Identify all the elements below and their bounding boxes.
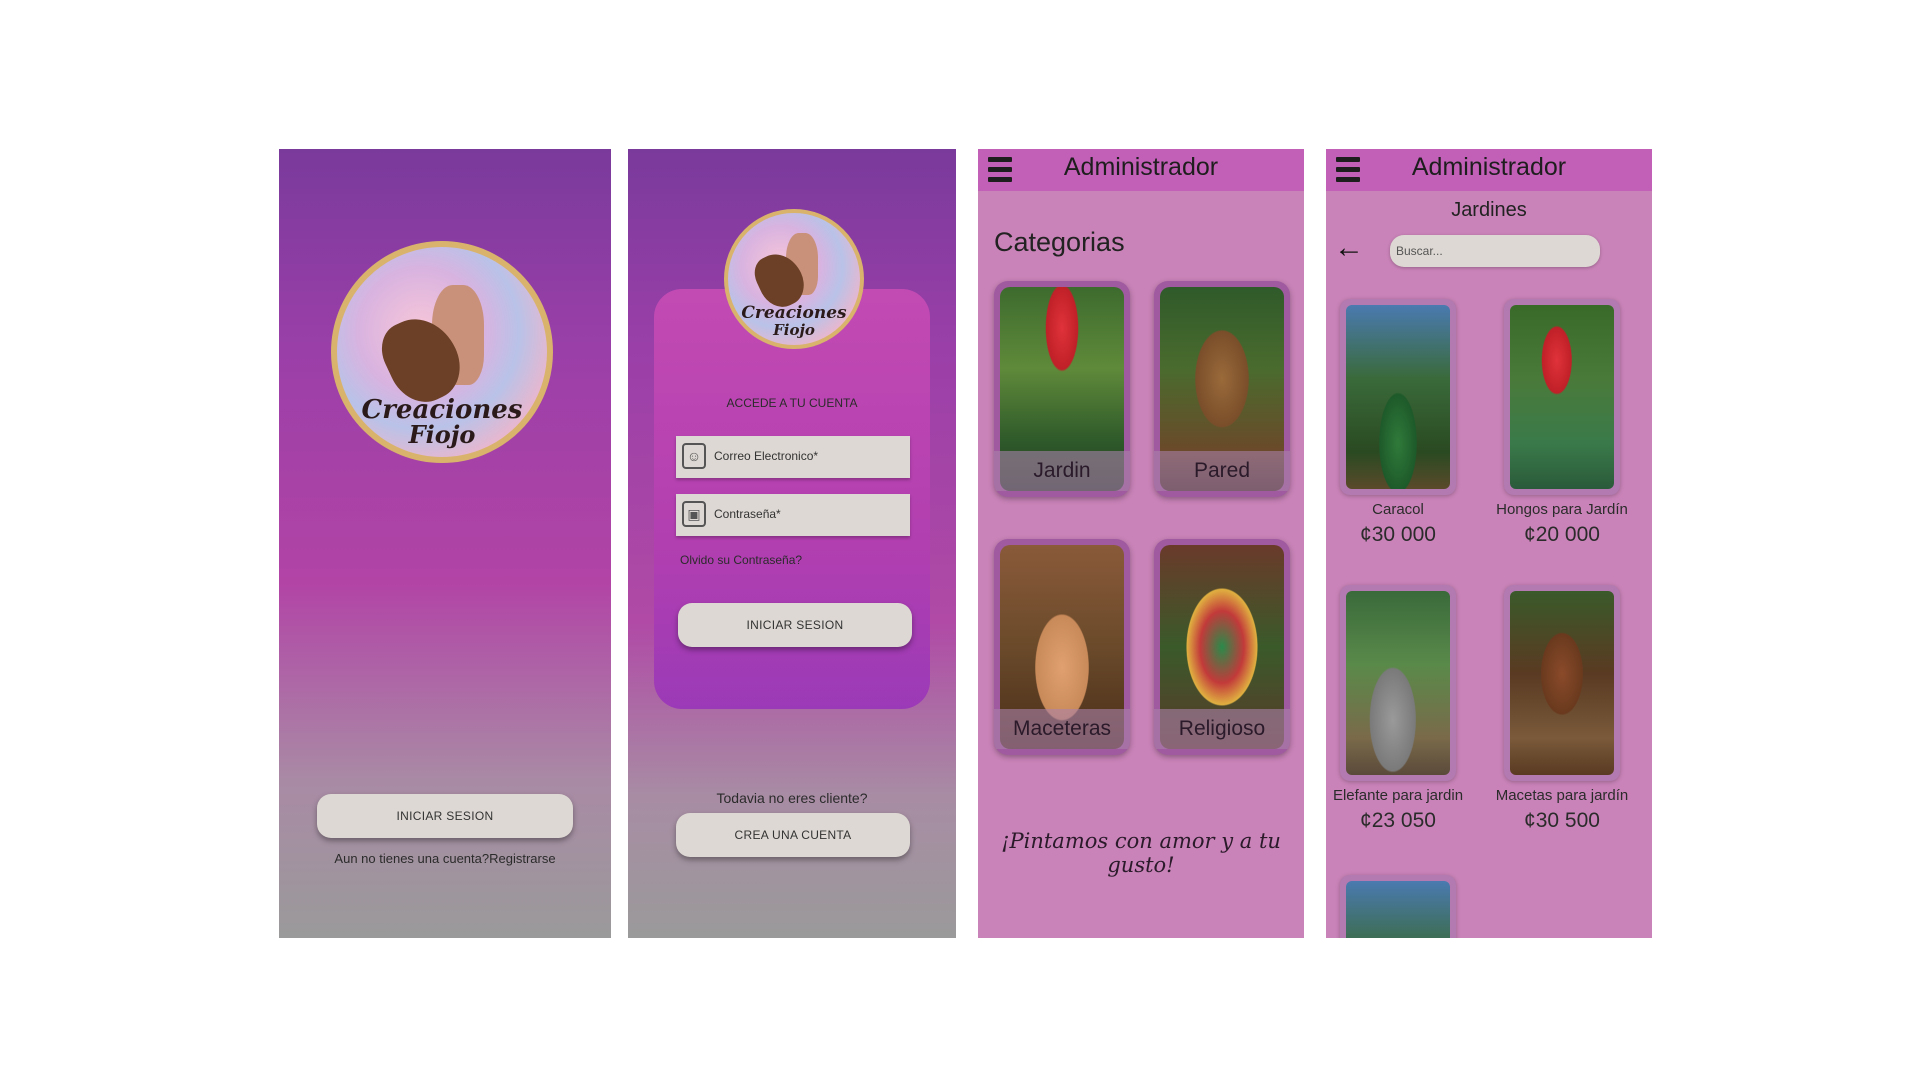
brand-logo: Creaciones Fiojo	[724, 209, 864, 349]
product-name: Macetas para jardín	[1495, 787, 1629, 804]
flowerpots-photo	[1510, 591, 1614, 775]
login-screen: Creaciones Fiojo ACCEDE A TU CUENTA ☺ Co…	[628, 149, 956, 938]
logo-text-line2: Fiojo	[773, 321, 815, 339]
splash-screen: Creaciones Fiojo INICIAR SESION Aun no t…	[279, 149, 611, 938]
category-label: Jardin	[994, 451, 1130, 491]
category-label: Maceteras	[994, 709, 1130, 749]
garden-photo	[1346, 881, 1450, 938]
product-price: ¢20 000	[1524, 523, 1600, 546]
lock-icon: ▣	[682, 501, 706, 527]
slogan: ¡Pintamos con amor y a tu gusto!	[1001, 829, 1281, 877]
admin-products-screen: Administrador Jardines ← Buscar... Carac…	[1326, 149, 1652, 938]
product-price: ¢30 500	[1524, 809, 1600, 832]
mushroom-photo	[1510, 305, 1614, 489]
user-icon: ☺	[682, 443, 706, 469]
product-name: Caracol	[1372, 501, 1424, 518]
category-card-pared[interactable]: Pared	[1154, 281, 1290, 497]
product-price: ¢30 000	[1360, 523, 1436, 546]
login-heading: ACCEDE A TU CUENTA	[726, 396, 858, 410]
create-account-button[interactable]: CREA UNA CUENTA	[676, 813, 910, 857]
snail-photo	[1346, 305, 1450, 489]
no-account-text: Todavia no eres cliente?	[716, 790, 868, 806]
category-label: Pared	[1154, 451, 1290, 491]
product-name: Elefante para jardin	[1332, 787, 1464, 804]
product-card-partial[interactable]	[1332, 875, 1464, 938]
product-card-elefante[interactable]	[1332, 585, 1464, 785]
section-title: Categorias	[994, 227, 1125, 257]
product-card-hongos[interactable]	[1496, 299, 1628, 499]
register-link[interactable]: Aun no tienes una cuenta?Registrarse	[279, 851, 611, 866]
app-bar-title: Administrador	[1063, 153, 1219, 181]
back-arrow-icon[interactable]: ←	[1334, 233, 1364, 263]
password-placeholder: Contraseña*	[714, 507, 781, 521]
product-card-macetas[interactable]	[1496, 585, 1628, 785]
logo-text-line2: Fiojo	[408, 420, 476, 449]
elephant-photo	[1346, 591, 1450, 775]
login-button[interactable]: INICIAR SESION	[678, 603, 912, 647]
product-name: Hongos para Jardín	[1496, 501, 1628, 518]
admin-categories-screen: Administrador Categorias Jardin Pared Ma…	[978, 149, 1304, 938]
app-bar-title: Administrador	[1411, 153, 1567, 181]
category-label: Religioso	[1154, 709, 1290, 749]
logo-text-line1: Creaciones	[741, 303, 847, 323]
category-card-jardin[interactable]: Jardin	[994, 281, 1130, 497]
product-price: ¢23 050	[1360, 809, 1436, 832]
brand-logo: Creaciones Fiojo	[331, 241, 553, 463]
email-placeholder: Correo Electronico*	[714, 449, 819, 463]
category-card-maceteras[interactable]: Maceteras	[994, 539, 1130, 755]
top-app-bar: Administrador	[1326, 149, 1652, 191]
top-app-bar: Administrador	[978, 149, 1304, 191]
product-card-caracol[interactable]	[1332, 299, 1464, 499]
login-button[interactable]: INICIAR SESION	[317, 794, 573, 838]
category-card-religioso[interactable]: Religioso	[1154, 539, 1290, 755]
password-field[interactable]: ▣ Contraseña*	[676, 494, 910, 536]
search-input[interactable]: Buscar...	[1390, 235, 1600, 267]
search-placeholder: Buscar...	[1396, 244, 1443, 258]
email-field[interactable]: ☺ Correo Electronico*	[676, 436, 910, 478]
forgot-password-link[interactable]: Olvido su Contraseña?	[680, 553, 802, 567]
category-subtitle: Jardines	[1451, 199, 1527, 221]
